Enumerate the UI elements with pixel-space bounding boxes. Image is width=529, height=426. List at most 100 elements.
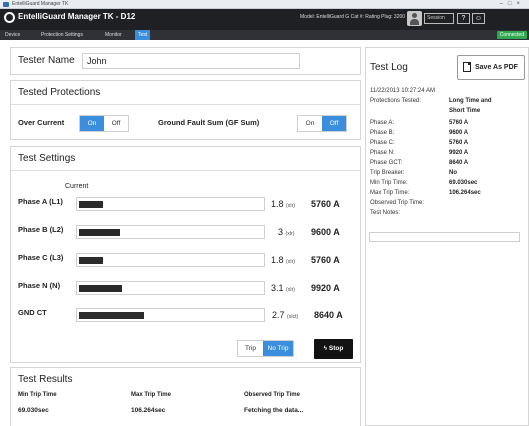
log-key: Phase B: (370, 130, 395, 136)
gnd-ct-unit: (xIct) (287, 314, 299, 320)
help-button[interactable]: ? (457, 13, 470, 24)
gnd-ct-label: GND CT (18, 308, 47, 317)
phase-a-multiplier: 1.8 (xIr) (271, 199, 295, 209)
ground-fault-label: Ground Fault Sum (GF Sum) (158, 118, 260, 127)
phase-b-unit: (xIr) (285, 231, 295, 237)
phase-a-ratio: 1.8 (271, 199, 284, 209)
over-current-on-option[interactable]: On (80, 116, 104, 131)
phase-a-slider-fill (79, 201, 104, 208)
tester-name-input[interactable] (82, 53, 300, 69)
phase-a-amps: 5760 A (311, 199, 340, 209)
phase-n-multiplier: 3.1 (xIr) (271, 283, 295, 293)
phase-b-amps: 9600 A (311, 227, 340, 237)
phase-b-slider-fill (79, 229, 121, 236)
phase-c-slider[interactable] (76, 253, 265, 267)
app-icon (3, 2, 9, 7)
divider (11, 170, 360, 171)
test-results-title: Test Results (18, 374, 73, 385)
window-controls[interactable]: –□× (500, 0, 525, 9)
tab-test[interactable]: Test (135, 30, 151, 40)
phase-c-ratio: 1.8 (271, 255, 284, 265)
phase-c-label: Phase C (L3) (18, 253, 64, 262)
log-key: Min Trip Time: (370, 180, 408, 186)
min-trip-time-header: Min Trip Time (18, 392, 57, 398)
phase-b-label: Phase B (L2) (18, 225, 64, 234)
phase-n-slider-fill (79, 285, 122, 292)
test-results-panel: Test Results (10, 367, 361, 426)
log-value: No (449, 170, 457, 176)
ground-fault-on-option[interactable]: On (298, 116, 322, 131)
pdf-file-icon (463, 62, 471, 72)
log-timestamp: 11/22/2013 10:27:24 AM (370, 88, 435, 94)
main-nav: Device Protection Settings Monitor Test … (0, 30, 529, 40)
log-value: 9920 A (449, 150, 469, 156)
phase-c-amps: 5760 A (311, 255, 340, 265)
tab-device[interactable]: Device (2, 30, 23, 40)
current-column-label: Current (65, 183, 89, 190)
phase-a-unit: (xIr) (286, 203, 295, 209)
trip-option[interactable]: Trip (238, 341, 263, 356)
divider (11, 104, 360, 105)
test-notes-field[interactable] (369, 232, 520, 242)
phase-b-slider[interactable] (76, 225, 265, 239)
log-value: 106.264sec (449, 190, 481, 196)
gnd-ct-slider-fill (79, 312, 145, 319)
test-log-title: Test Log (370, 62, 408, 73)
log-value: 8640 A (449, 160, 469, 166)
over-current-label: Over Current (18, 118, 65, 127)
phase-n-label: Phase N (N) (18, 281, 61, 290)
save-as-pdf-button[interactable]: Save As PDF (457, 55, 525, 80)
over-current-off-option[interactable]: Off (104, 116, 128, 131)
phase-a-label: Phase A (L1) (18, 197, 63, 206)
tab-monitor[interactable]: Monitor (102, 30, 125, 40)
phase-n-amps: 9920 A (311, 283, 340, 293)
gnd-ct-ratio: 2.7 (272, 310, 285, 320)
phase-n-unit: (xIr) (286, 287, 295, 293)
tab-protection-settings[interactable]: Protection Settings (38, 30, 86, 40)
log-value: 5760 A (449, 140, 469, 146)
log-value: 5760 A (449, 120, 469, 126)
user-session-button[interactable]: Session (424, 13, 454, 24)
app-header: EntelliGuard Manager TK - D12 Model: Ent… (0, 9, 529, 30)
log-protections-key: Protections Tested: (370, 98, 421, 104)
settings-button[interactable]: ☺ (472, 13, 485, 24)
ground-fault-toggle: On Off (297, 115, 347, 132)
no-trip-option[interactable]: No Trip (263, 341, 293, 356)
trip-mode-toggle: Trip No Trip (237, 340, 294, 357)
ground-fault-off-option[interactable]: Off (322, 116, 346, 131)
gnd-ct-slider[interactable] (76, 308, 265, 322)
user-avatar-icon[interactable] (407, 11, 422, 26)
window-titlebar: EntelliGuard Manager TK –□× (0, 0, 529, 9)
over-current-toggle: On Off (79, 115, 129, 132)
stop-button[interactable]: ϟ Stop (314, 339, 353, 359)
tester-name-label: Tester Name (18, 55, 75, 66)
test-settings-title: Test Settings (18, 153, 76, 164)
phase-a-slider[interactable] (76, 197, 265, 211)
window-title: EntelliGuard Manager TK (12, 1, 69, 7)
app-title: EntelliGuard Manager TK - D12 (18, 12, 136, 21)
log-key: Phase A: (370, 120, 395, 126)
log-key: Phase N: (370, 150, 395, 156)
gnd-ct-amps: 8640 A (314, 310, 343, 320)
log-notes-label: Test Notes: (370, 210, 401, 216)
tested-protections-title: Tested Protections (18, 87, 101, 98)
phase-n-slider[interactable] (76, 281, 265, 295)
phase-c-unit: (xIr) (286, 259, 295, 265)
connection-status-badge: Connected (496, 31, 527, 39)
stop-button-label: Stop (328, 345, 344, 352)
observed-trip-time-value: Fetching the data... (244, 407, 304, 414)
gnd-ct-multiplier: 2.7 (xIct) (272, 310, 298, 320)
tested-protections-panel: Tested Protections Over Current On Off G… (10, 80, 361, 140)
phase-n-ratio: 3.1 (271, 283, 284, 293)
phase-c-slider-fill (79, 257, 104, 264)
device-model-info: Model: EntelliGuard G Cat #: Rating Plug… (300, 14, 406, 20)
log-value: 69.030sec (449, 180, 478, 186)
max-trip-time-header: Max Trip Time (131, 392, 171, 398)
min-trip-time-value: 69.030sec (18, 407, 49, 414)
save-as-pdf-label: Save As PDF (475, 64, 518, 71)
log-key: Phase C: (370, 140, 395, 146)
tester-name-panel: Tester Name (10, 47, 361, 75)
log-key: Phase GCT: (370, 160, 403, 166)
log-key: Max Trip Time: (370, 190, 410, 196)
phase-c-multiplier: 1.8 (xIr) (271, 255, 295, 265)
